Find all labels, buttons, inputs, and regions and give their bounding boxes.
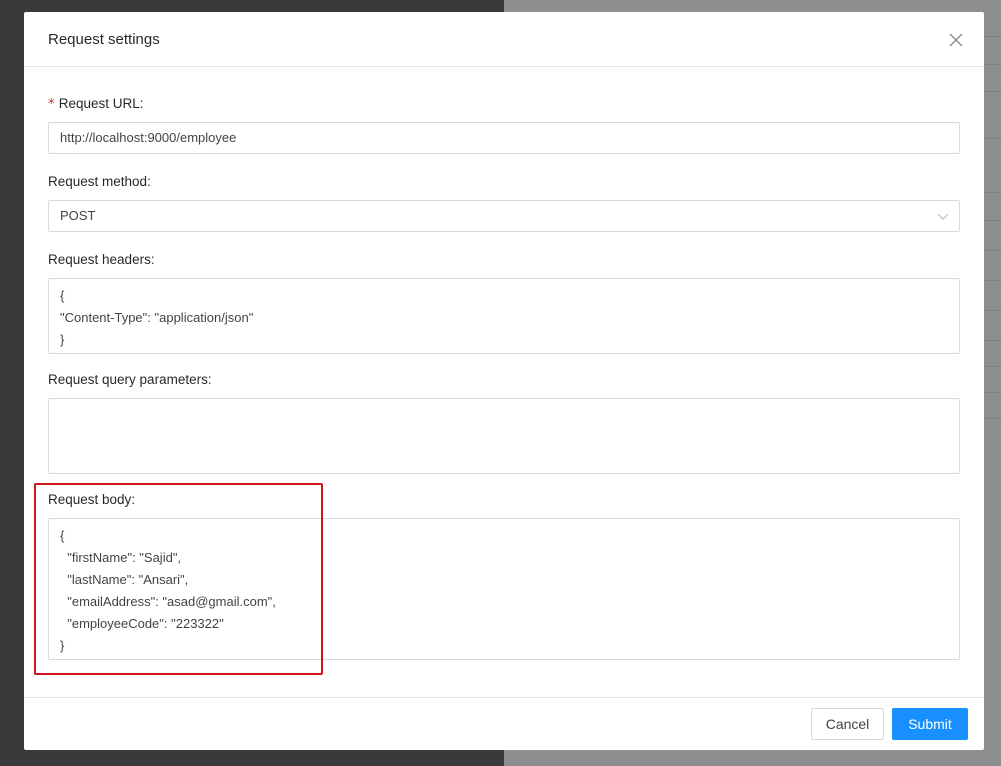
request-query-parameters-label: Request query parameters: <box>48 372 212 387</box>
request-headers-textarea[interactable]: { "Content-Type": "application/json" } <box>48 278 960 354</box>
form-item-request-headers: Request headers: { "Content-Type": "appl… <box>48 250 960 354</box>
form-item-request-query-parameters: Request query parameters: <box>48 370 960 474</box>
request-query-parameters-textarea[interactable] <box>48 398 960 474</box>
request-method-select[interactable]: POST <box>48 200 960 232</box>
form-item-request-body: Request body: { "firstName": "Sajid", "l… <box>48 490 960 660</box>
required-mark: * <box>48 96 55 112</box>
cancel-button[interactable]: Cancel <box>811 708 884 740</box>
form-item-request-url: * Request URL: http://localhost:9000/empl… <box>48 94 960 154</box>
request-settings-modal: Request settings * Request URL: http://lo… <box>24 12 984 750</box>
request-body-label: Request body: <box>48 492 136 507</box>
request-url-input[interactable]: http://localhost:9000/employee <box>48 122 960 154</box>
close-icon[interactable] <box>944 28 968 52</box>
submit-button[interactable]: Submit <box>892 708 968 740</box>
modal-footer: Cancel Submit <box>24 697 984 750</box>
request-url-label: * Request URL: <box>48 96 144 112</box>
chevron-down-icon <box>937 213 949 220</box>
request-method-label: Request method: <box>48 174 151 189</box>
request-method-value: POST <box>60 208 96 223</box>
modal-title: Request settings <box>48 31 160 48</box>
background-table-lines <box>984 0 1001 766</box>
request-body-textarea[interactable]: { "firstName": "Sajid", "lastName": "Ans… <box>48 518 960 660</box>
request-headers-label: Request headers: <box>48 252 155 267</box>
form-item-request-method: Request method: POST <box>48 172 960 232</box>
modal-header: Request settings <box>24 12 984 67</box>
